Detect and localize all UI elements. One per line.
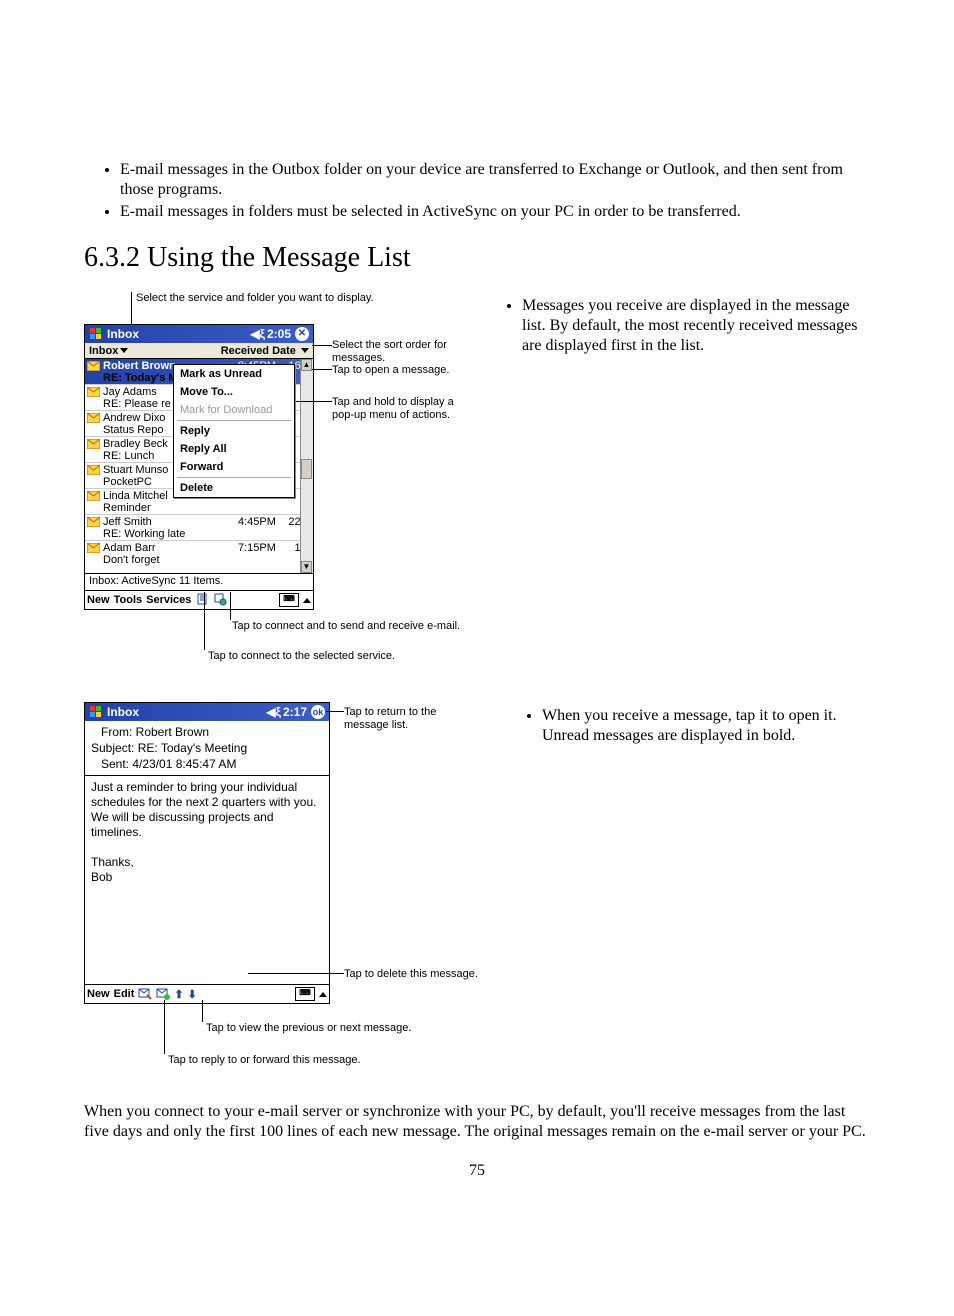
callout-sort: Select the sort order for messages. [332, 339, 464, 364]
app-title: Inbox [107, 327, 250, 341]
callout-return: Tap to return to the message list. [344, 706, 484, 731]
command-bar: New Tools Services ⌨ [85, 590, 313, 609]
ok-button[interactable]: ok [311, 705, 325, 719]
cmd-new[interactable]: New [87, 988, 110, 1000]
prev-message-icon[interactable]: ⬆ [174, 988, 183, 1001]
menu-delete[interactable]: Delete [174, 479, 294, 497]
sort-bar: Inbox Received Date [85, 343, 313, 359]
menu-up-icon[interactable] [303, 598, 311, 603]
volume-icon[interactable]: ◀ξ [250, 327, 265, 341]
scrollbar[interactable]: ▲ ▼ [300, 359, 313, 573]
msg-time: 7:15PM [238, 542, 284, 554]
clock: 2:05 [267, 327, 291, 341]
closing-paragraph: When you connect to your e-mail server o… [84, 1102, 870, 1142]
menu-mark-download: Mark for Download [174, 401, 294, 419]
callout-delete: Tap to delete this message. [344, 968, 478, 981]
envelope-icon [87, 465, 100, 475]
callout-service: Tap to connect to the selected service. [208, 650, 395, 663]
context-menu: Mark as Unread Move To... Mark for Downl… [173, 364, 295, 498]
callout-select-folder: Select the service and folder you want t… [136, 292, 374, 304]
menu-forward[interactable]: Forward [174, 458, 294, 476]
envelope-icon [87, 387, 100, 397]
menu-move-to[interactable]: Move To... [174, 383, 294, 401]
volume-icon[interactable]: ◀ξ [266, 705, 281, 719]
envelope-icon [87, 361, 100, 371]
section-heading: 6.3.2 Using the Message List [84, 242, 870, 274]
msg-subject: Reminder [103, 502, 310, 514]
header-from: From: Robert Brown [91, 724, 323, 740]
callout-connect: Tap to connect and to send and receive e… [232, 620, 460, 633]
menu-mark-unread[interactable]: Mark as Unread [174, 365, 294, 383]
device-screen: Inbox ◀ξ 2:05 ✕ Inbox Received Date [84, 324, 314, 610]
title-bar: Inbox ◀ξ 2:05 ✕ [85, 325, 313, 343]
envelope-icon [87, 491, 100, 501]
body-paragraph: Just a reminder to bring your individual… [91, 780, 323, 840]
menu-reply-all[interactable]: Reply All [174, 440, 294, 458]
cmd-services[interactable]: Services [146, 594, 191, 606]
envelope-icon [87, 517, 100, 527]
sendreceive-icon[interactable] [213, 592, 227, 609]
callout-open: Tap to open a message. [332, 364, 449, 377]
figure-message-view: Inbox ◀ξ 2:17 ok From: Robert Brown Subj… [84, 702, 484, 1082]
app-title: Inbox [107, 705, 266, 719]
sender-name: Adam Barr [103, 542, 238, 554]
menu-separator [177, 477, 291, 478]
body-paragraph: Thanks, [91, 855, 323, 870]
connect-icon[interactable] [195, 592, 209, 609]
start-icon[interactable] [89, 705, 103, 719]
cmd-tools[interactable]: Tools [114, 594, 143, 606]
envelope-icon [87, 543, 100, 553]
menu-separator [177, 420, 291, 421]
msg-subject: RE: Working late [103, 528, 310, 540]
menu-up-icon[interactable] [319, 992, 327, 997]
close-icon[interactable]: ✕ [295, 327, 309, 341]
message-row[interactable]: Adam Barr7:15PM1K Don't forget [85, 541, 313, 566]
intro-bullet: E-mail messages in the Outbox folder on … [120, 160, 870, 200]
envelope-icon [87, 439, 100, 449]
keyboard-icon[interactable]: ⌨ [279, 593, 299, 607]
status-bar: Inbox: ActiveSync 11 Items. [85, 573, 313, 590]
msg-subject: Don't forget [103, 554, 310, 566]
msg-time: 4:45PM [238, 516, 284, 528]
scroll-thumb[interactable] [301, 459, 312, 479]
menu-reply[interactable]: Reply [174, 422, 294, 440]
keyboard-icon[interactable]: ⌨ [295, 987, 315, 1001]
callout-prev-next: Tap to view the previous or next message… [206, 1022, 411, 1035]
message-header: From: Robert Brown Subject: RE: Today's … [85, 721, 329, 776]
figure-message-list: Select the service and folder you want t… [84, 292, 464, 682]
intro-bullet: E-mail messages in folders must be selec… [120, 202, 870, 222]
start-icon[interactable] [89, 327, 103, 341]
title-bar: Inbox ◀ξ 2:17 ok [85, 703, 329, 721]
intro-bullet-list: E-mail messages in the Outbox folder on … [84, 160, 870, 222]
message-body: Just a reminder to bring your individual… [85, 776, 329, 984]
folder-dropdown[interactable]: Inbox [89, 345, 128, 357]
envelope-icon [87, 413, 100, 423]
device-screen: Inbox ◀ξ 2:17 ok From: Robert Brown Subj… [84, 702, 330, 1004]
scroll-down-icon[interactable]: ▼ [301, 561, 312, 573]
callout-reply: Tap to reply to or forward this message. [168, 1054, 361, 1067]
note-open-message: When you receive a message, tap it to op… [542, 706, 870, 746]
cmd-new[interactable]: New [87, 594, 110, 606]
scroll-up-icon[interactable]: ▲ [301, 359, 312, 371]
body-paragraph: Bob [91, 870, 323, 885]
note-message-list: Messages you receive are displayed in th… [522, 296, 870, 356]
message-list: Robert Brown8:45PM16K RE: Today's Meetin… [85, 359, 313, 573]
header-sent: Sent: 4/23/01 8:45:47 AM [91, 756, 323, 772]
callout-hold: Tap and hold to display a pop-up menu of… [332, 396, 464, 421]
page-number: 75 [84, 1162, 870, 1180]
command-bar: New Edit ⬆ ⬇ ⌨ [85, 984, 329, 1003]
header-subject: Subject: RE: Today's Meeting [91, 740, 323, 756]
sender-name: Jeff Smith [103, 516, 238, 528]
message-row[interactable]: Jeff Smith4:45PM22K RE: Working late [85, 515, 313, 541]
cmd-edit[interactable]: Edit [114, 988, 135, 1000]
clock: 2:17 [283, 705, 307, 719]
reply-icon[interactable] [138, 986, 152, 1003]
next-message-icon[interactable]: ⬇ [188, 988, 197, 1001]
sort-dropdown[interactable]: Received Date [221, 345, 309, 357]
